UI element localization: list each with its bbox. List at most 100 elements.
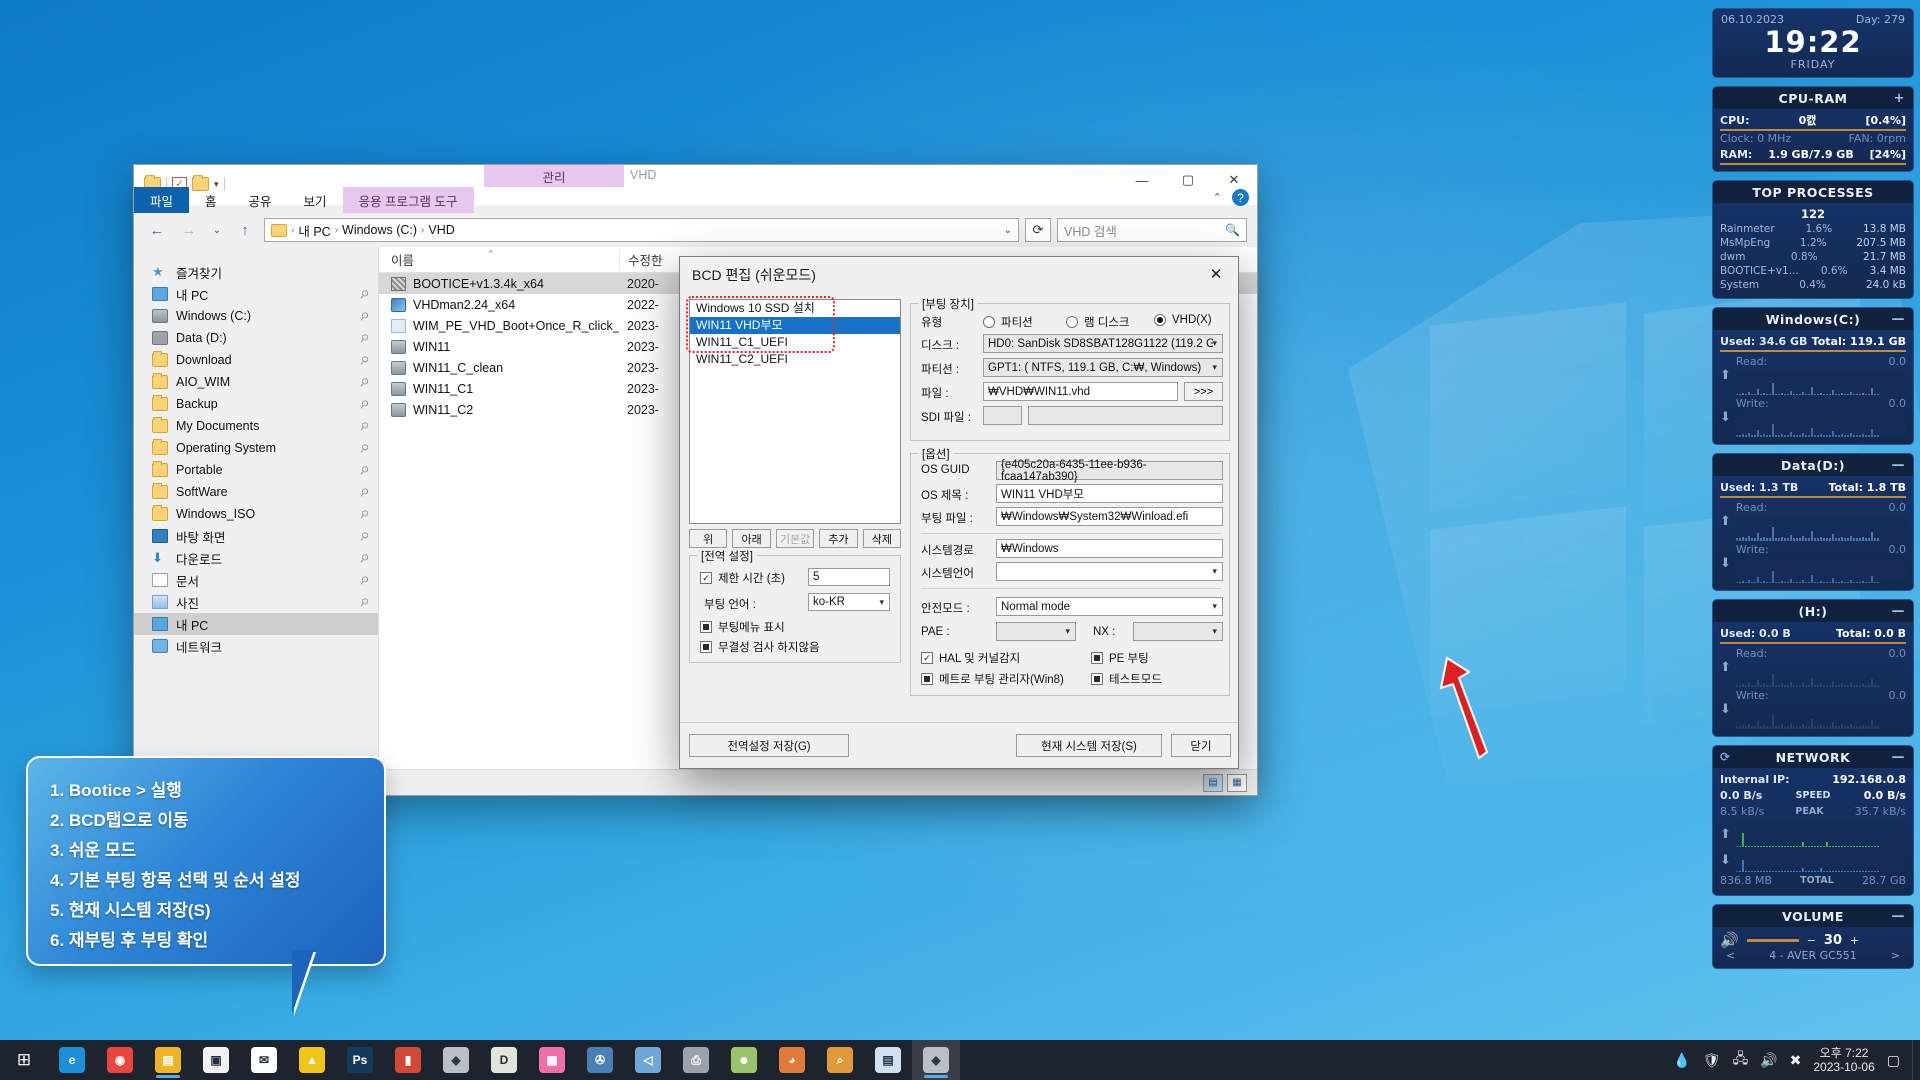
- sidebar-item-사진[interactable]: 사진 ⚲: [134, 591, 378, 613]
- chevron-down-icon[interactable]: ▾: [1212, 601, 1217, 612]
- collapse-ribbon-icon[interactable]: ⌃: [1213, 191, 1222, 204]
- refresh-icon[interactable]: ⟳: [1720, 750, 1731, 764]
- up-button[interactable]: ↑: [232, 218, 258, 242]
- collapse-icon[interactable]: —: [1892, 312, 1906, 327]
- collapse-icon[interactable]: —: [1892, 909, 1906, 924]
- details-view-button[interactable]: ▤: [1203, 773, 1223, 792]
- onedrive-error-icon[interactable]: ✖: [1790, 1052, 1802, 1069]
- boot-language-select[interactable]: ko-KR ▾: [808, 593, 890, 611]
- collapse-icon[interactable]: —: [1892, 750, 1906, 765]
- network-icon[interactable]: 🖧: [1733, 1048, 1749, 1072]
- address-bar[interactable]: ← → ⌄ ↑ › 내 PC › Windows (C:) › VHD ⌄ ⟳ …: [134, 213, 1257, 247]
- chevron-down-icon[interactable]: ▾: [879, 597, 884, 608]
- navigation-pane[interactable]: ★ 즐겨찾기 내 PC ⚲ Windows (C:) ⚲ Data (D:) ⚲ Downloa…: [134, 247, 379, 769]
- chevron-down-icon[interactable]: ▾: [1212, 338, 1217, 349]
- taskbar-app-red-icon[interactable]: ▮: [384, 1040, 432, 1080]
- taskbar-notes-app-icon[interactable]: ▤: [864, 1040, 912, 1080]
- browse-file-button[interactable]: >>>: [1184, 382, 1223, 401]
- pin-icon[interactable]: ⚲: [357, 286, 372, 301]
- pin-icon[interactable]: ⚲: [357, 462, 372, 477]
- network-widget[interactable]: ⟳ NETWORK — Internal IP: 192.168.0.8 0.0…: [1712, 745, 1914, 896]
- speaker-icon[interactable]: 🔊: [1720, 931, 1739, 949]
- os-title-input[interactable]: WIN11 VHD부모: [996, 484, 1223, 503]
- pae-select[interactable]: ▾: [996, 622, 1076, 641]
- bcd-edit-dialog[interactable]: BCD 편집 (쉬운모드) ✕ Windows 10 SSD 설치 WIN11 …: [679, 256, 1489, 769]
- sidebar-item-내-pc[interactable]: 내 PC: [134, 613, 378, 635]
- volume-widget[interactable]: VOLUME — 🔊 − 30 + < 4 - AVER GC551 >: [1712, 904, 1914, 969]
- move-down-button[interactable]: 아래: [732, 529, 771, 548]
- taskbar-photoshop-icon[interactable]: Ps: [336, 1040, 384, 1080]
- chevron-down-icon[interactable]: ▾: [1212, 626, 1217, 637]
- close-icon[interactable]: ✕: [1194, 257, 1238, 291]
- ribbon-helpbar[interactable]: ⌃ ?: [1213, 189, 1249, 206]
- top-processes-widget[interactable]: TOP PROCESSES 122 Rainmeter 1.6% 13.8 MB Ms…: [1712, 180, 1914, 299]
- radio-partition[interactable]: [983, 316, 995, 328]
- taskbar-file-explorer-icon[interactable]: ▤: [144, 1040, 192, 1080]
- pin-icon[interactable]: ⚲: [357, 308, 372, 323]
- test-mode-checkbox[interactable]: [1091, 673, 1103, 685]
- collapse-icon[interactable]: —: [1892, 458, 1906, 473]
- boot-file-input[interactable]: ₩Windows₩System32₩Winload.efi: [996, 507, 1223, 526]
- os-entry-1[interactable]: WIN11 VHD부모: [690, 317, 900, 334]
- tiles-view-button[interactable]: ▦: [1227, 773, 1247, 792]
- taskbar-pink-app-icon[interactable]: ▦: [528, 1040, 576, 1080]
- taskbar-dism-tool-icon[interactable]: D: [480, 1040, 528, 1080]
- radio-vhd[interactable]: [1154, 314, 1166, 326]
- os-guid-input[interactable]: {e405c20a-6435-11ee-b936-fcaa147ab390}: [996, 459, 1223, 483]
- os-entry-3[interactable]: WIN11_C2_UEFI: [690, 351, 900, 368]
- sidebar-item-다운로드[interactable]: ⬇ 다운로드 ⚲: [134, 547, 378, 569]
- taskbar-tool-blue-icon[interactable]: ✇: [576, 1040, 624, 1080]
- pin-icon[interactable]: ⚲: [357, 418, 372, 433]
- sidebar-item-문서[interactable]: 문서 ⚲: [134, 569, 378, 591]
- radio-ram-disk[interactable]: [1066, 316, 1078, 328]
- view-buttons[interactable]: ▤ ▦: [1203, 773, 1257, 792]
- back-button[interactable]: ←: [144, 218, 170, 242]
- entry-order-buttons[interactable]: 위 아래 기본값 추가 삭제: [689, 529, 902, 548]
- pin-icon[interactable]: ⚲: [357, 506, 372, 521]
- taskbar-chrome-icon[interactable]: ◉: [96, 1040, 144, 1080]
- breadcrumb-item-0[interactable]: 내 PC: [298, 221, 330, 240]
- sidebar-item-즐겨찾기[interactable]: ★ 즐겨찾기: [134, 261, 378, 283]
- disk-select[interactable]: HD0: SanDisk SD8SBAT128G1122 (119.2 GB, …: [983, 334, 1223, 353]
- help-icon[interactable]: ?: [1232, 189, 1249, 206]
- prev-device-button[interactable]: <: [1726, 949, 1735, 962]
- sidebar-item-software[interactable]: SoftWare ⚲: [134, 481, 378, 503]
- sidebar-item-내-pc[interactable]: 내 PC ⚲: [134, 283, 378, 305]
- hal-kernel-checkbox[interactable]: ✓: [921, 652, 933, 664]
- taskbar-apps[interactable]: e ◉ ▤ ▣ ✉ ▲ Ps ▮ ◈ D ▦ ✇ ◁ ⎙ ☻ ◕ ⌕ ▤ ◈: [48, 1040, 960, 1080]
- taskbar-pdf-app-icon[interactable]: ⌕: [816, 1040, 864, 1080]
- chevron-down-icon[interactable]: ▾: [1212, 362, 1217, 373]
- drive-widget[interactable]: (H:) — Used: 0.0 B Total: 0.0 B ⬆ ⬇ Read: 0.0 Wr…: [1712, 599, 1914, 737]
- move-up-button[interactable]: 위: [689, 529, 728, 548]
- tab-share[interactable]: 공유: [233, 187, 288, 213]
- forward-button[interactable]: →: [176, 218, 202, 242]
- cpu-ram-widget[interactable]: CPU-RAM + CPU: 0캜 [0.4%] Clock: 0 MHz FA…: [1712, 86, 1914, 172]
- os-entry-2[interactable]: WIN11_C1_UEFI: [690, 334, 900, 351]
- next-device-button[interactable]: >: [1891, 949, 1900, 962]
- breadcrumb[interactable]: › 내 PC › Windows (C:) › VHD ⌄: [264, 218, 1019, 242]
- minimize-button[interactable]: —: [1119, 165, 1165, 195]
- no-integrity-check-checkbox[interactable]: [700, 641, 712, 653]
- notification-center-icon[interactable]: ▢: [1887, 1052, 1900, 1069]
- metro-boot-manager-checkbox[interactable]: [921, 673, 933, 685]
- sidebar-item-data-d-[interactable]: Data (D:) ⚲: [134, 327, 378, 349]
- sidebar-item-windows_iso[interactable]: Windows_ISO ⚲: [134, 503, 378, 525]
- pin-icon[interactable]: ⚲: [357, 528, 372, 543]
- close-dialog-button[interactable]: 닫기: [1171, 734, 1231, 757]
- column-header-name[interactable]: 이름: [379, 250, 619, 269]
- sdi-file-input[interactable]: [1028, 406, 1223, 425]
- system-tray[interactable]: 💧 🛡 🖧 🔊 ✖ 오후 7:22 2023-10-06 ▢: [1673, 1046, 1912, 1074]
- maximize-button[interactable]: ▢: [1165, 165, 1211, 195]
- show-desktop-button[interactable]: [1912, 1040, 1920, 1080]
- pin-icon[interactable]: ⚲: [357, 330, 372, 345]
- pin-icon[interactable]: ⚲: [357, 594, 372, 609]
- search-input[interactable]: VHD 검색 🔍: [1057, 218, 1247, 242]
- taskbar-green-app-icon[interactable]: ☻: [720, 1040, 768, 1080]
- chevron-down-icon[interactable]: ⌄: [1004, 225, 1012, 236]
- timeout-checkbox[interactable]: ✓: [700, 572, 712, 584]
- save-current-system-button[interactable]: 현재 시스템 저장(S): [1016, 734, 1162, 757]
- taskbar-printer-app-icon[interactable]: ⎙: [672, 1040, 720, 1080]
- taskbar-anydesk-icon[interactable]: ▲: [288, 1040, 336, 1080]
- collapse-icon[interactable]: —: [1892, 604, 1906, 619]
- sidebar-item-aio_wim[interactable]: AIO_WIM ⚲: [134, 371, 378, 393]
